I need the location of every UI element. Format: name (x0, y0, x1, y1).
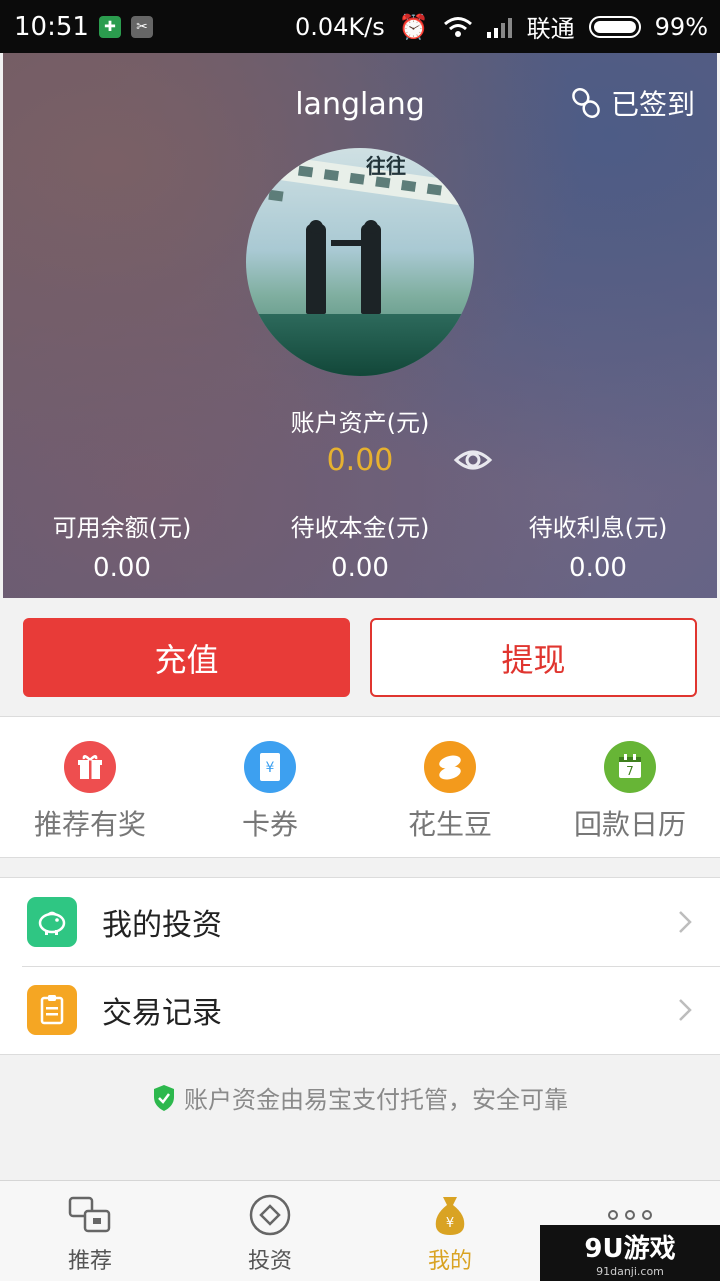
quick-item-calendar[interactable]: 7 回款日历 (540, 717, 720, 857)
quick-item-label: 卡券 (241, 808, 298, 841)
tab-recommend[interactable]: 推荐 (0, 1181, 180, 1281)
watermark-brand: 9U游戏 (584, 1234, 676, 1264)
gift-icon (64, 741, 116, 793)
tab-mine[interactable]: ¥ 我的 (360, 1181, 540, 1281)
svg-text:¥: ¥ (266, 760, 275, 776)
stat-title: 可用余额(元) (52, 514, 192, 542)
quick-menu: 推荐有奖 ¥ 卡券 花生豆 7 回款日历 (0, 716, 720, 858)
network-speed: 0.04K/s (295, 12, 385, 41)
recharge-button[interactable]: 充值 (23, 618, 350, 697)
security-text: 账户资金由易宝支付托管，安全可靠 (184, 1086, 568, 1114)
invest-icon (248, 1193, 292, 1237)
quick-item-coupons[interactable]: ¥ 卡券 (180, 717, 360, 857)
quick-item-label: 推荐有奖 (33, 808, 146, 841)
tab-label: 我的 (427, 1249, 472, 1274)
stat-value: 0.00 (93, 553, 151, 583)
stat-value: 0.00 (331, 553, 389, 583)
stat-title: 待收本金(元) (290, 514, 430, 542)
quick-item-label: 回款日历 (573, 808, 686, 841)
list-item-label: 我的投资 (102, 908, 222, 943)
stat-title: 待收利息(元) (528, 514, 668, 542)
menu-list: 我的投资 交易记录 (0, 877, 720, 1055)
shield-icon: ✚ (98, 15, 121, 38)
tab-invest[interactable]: 投资 (180, 1181, 360, 1281)
svg-text:7: 7 (626, 764, 634, 778)
alarm-icon: ⏰ (398, 12, 429, 41)
avatar[interactable]: 往往 (246, 148, 474, 376)
svg-text:¥: ¥ (446, 1216, 454, 1231)
assets-label: 账户资产(元) (290, 409, 430, 437)
eye-icon[interactable] (453, 444, 493, 476)
shield-check-icon (154, 1084, 174, 1111)
stat-pending-interest: 待收利息(元) 0.00 (479, 508, 717, 583)
quick-item-peanuts[interactable]: 花生豆 (360, 717, 540, 857)
security-note: 账户资金由易宝支付托管，安全可靠 (0, 1080, 720, 1115)
withdraw-button[interactable]: 提现 (370, 618, 697, 697)
quick-item-label: 花生豆 (407, 808, 492, 841)
battery-icon (588, 15, 641, 38)
sign-in-label: 已签到 (610, 88, 695, 121)
clipboard-icon (27, 985, 77, 1035)
action-buttons: 充值 提现 (0, 598, 720, 716)
coupon-icon: ¥ (244, 741, 296, 793)
list-item-transactions[interactable]: 交易记录 (0, 966, 720, 1054)
recommend-icon (67, 1193, 113, 1237)
signal-icon (486, 17, 512, 38)
stat-available-balance: 可用余额(元) 0.00 (3, 508, 241, 583)
quick-item-referral[interactable]: 推荐有奖 (0, 717, 180, 857)
wifi-icon (443, 16, 472, 37)
carrier-name: 联通 (526, 15, 575, 43)
money-bag-icon: ¥ (430, 1193, 470, 1237)
tab-label: 投资 (247, 1249, 292, 1274)
piggy-bank-icon (27, 897, 77, 947)
battery-level: 99% (654, 12, 708, 41)
peanut-icon (572, 88, 600, 118)
list-item-my-investments[interactable]: 我的投资 (0, 878, 720, 966)
assets-value: 0.00 (326, 443, 394, 478)
stat-value: 0.00 (569, 553, 627, 583)
list-item-label: 交易记录 (102, 996, 222, 1031)
stat-pending-principal: 待收本金(元) 0.00 (241, 508, 479, 583)
chevron-right-icon (679, 911, 692, 933)
avatar-caption: 往往 (366, 154, 406, 178)
watermark: 9U游戏 91danji.com (540, 1225, 720, 1281)
watermark-site: 91danji.com (596, 1265, 664, 1278)
tab-bar: 推荐 投资 ¥ 我的 9U游戏 91danji.com (0, 1180, 720, 1281)
chevron-right-icon (679, 999, 692, 1021)
account-header: langlang 已签到 往往 账户资产(元) 0.00 可用余额(元) 0.0… (3, 53, 717, 598)
app-notification-icon: ✂ (130, 15, 153, 38)
tab-label: 推荐 (67, 1249, 112, 1274)
peanut-bean-icon (424, 741, 476, 793)
sign-in-button[interactable]: 已签到 (569, 83, 695, 123)
calendar-icon: 7 (604, 741, 656, 793)
status-time: 10:51 (14, 11, 89, 42)
status-bar: 10:51 ✚ ✂ 0.04K/s ⏰ 联通 99% (0, 0, 720, 53)
